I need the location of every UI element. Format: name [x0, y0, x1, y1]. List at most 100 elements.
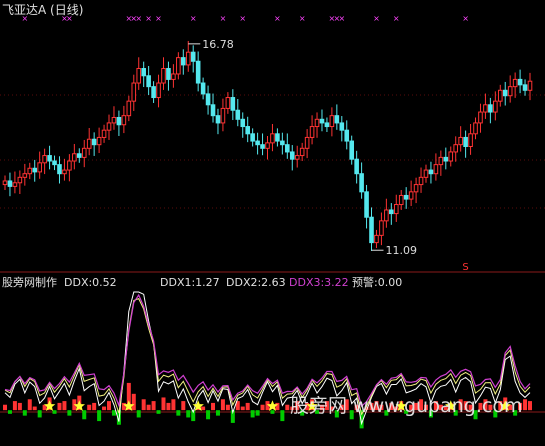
signal-mark: × — [373, 14, 380, 23]
ddx-bar — [220, 399, 225, 411]
signal-mark: × — [190, 14, 197, 23]
candle-body — [72, 153, 77, 162]
ddx-bar — [136, 410, 141, 418]
candle-body — [106, 122, 112, 131]
ddx-bar — [146, 404, 151, 411]
candle-body — [215, 115, 221, 124]
candle-body — [453, 144, 459, 153]
candle-body — [2, 180, 8, 186]
candle-body — [512, 78, 518, 88]
candle-body — [265, 142, 270, 149]
candle-body — [488, 104, 493, 113]
ddx-bar — [22, 410, 27, 416]
ddx-bar — [57, 402, 62, 411]
candle-body — [37, 162, 42, 173]
candle-body — [32, 167, 38, 173]
candle-body — [7, 180, 13, 187]
watermark: 股旁网 www.gupang.com — [290, 395, 523, 417]
signal-mark: × — [220, 14, 227, 23]
candle-body — [12, 182, 18, 187]
ddx-value: DDX:0.52 — [64, 276, 117, 289]
candle-body — [393, 204, 399, 215]
candle-body — [76, 153, 82, 158]
candle-body — [121, 115, 127, 126]
candle-body — [245, 126, 250, 135]
candle-body — [250, 133, 255, 142]
candle-body — [185, 51, 191, 66]
ddx-bar — [171, 399, 176, 411]
ddx-bar — [211, 402, 216, 411]
ddx-bar — [131, 393, 136, 411]
candle-body — [156, 82, 161, 99]
candle-body — [324, 122, 330, 128]
candle-body — [384, 209, 389, 222]
candle-body — [463, 136, 468, 147]
candle-body — [423, 169, 429, 178]
candle-body — [329, 115, 335, 128]
candle-body — [270, 133, 275, 144]
candle-body — [428, 169, 434, 175]
candle-body — [418, 176, 424, 186]
high-price-label: 16.78 — [202, 38, 234, 51]
ddx-bar — [225, 404, 230, 411]
ddx-bar — [270, 410, 275, 414]
ddx-bar — [156, 410, 161, 414]
candle-body — [473, 122, 478, 135]
candle-body — [27, 167, 33, 175]
candle-body — [171, 73, 176, 80]
candle-body — [458, 136, 463, 146]
ddx-bar — [151, 401, 156, 411]
signal-mark: × — [338, 14, 345, 23]
ddx-bar — [97, 410, 102, 422]
candle-body — [136, 68, 142, 84]
ddx-bar — [12, 401, 17, 411]
candle-body — [17, 176, 23, 184]
ddx-bar — [280, 410, 285, 422]
low-price-label: 11.09 — [386, 244, 418, 257]
signal-mark: × — [155, 14, 162, 23]
candle-body — [314, 118, 320, 128]
candle-body — [230, 97, 236, 111]
candle-body — [42, 155, 47, 164]
candle-body — [151, 86, 156, 99]
candle-body — [403, 194, 409, 200]
candle-body — [101, 129, 107, 138]
ddx-bar — [528, 401, 532, 411]
chart-title: 飞亚达A (日线) — [2, 3, 84, 17]
candle-body — [433, 164, 439, 175]
ddx3-value: DDX3:3.22 — [289, 276, 349, 289]
candle-body — [527, 80, 533, 91]
ddx-bar — [102, 406, 107, 411]
ddx-bar — [3, 404, 7, 411]
candle-body — [413, 184, 419, 193]
candle-body — [483, 104, 488, 113]
candle-body — [255, 140, 260, 146]
candle-body — [67, 160, 72, 171]
chart-window: × × × × × × × × × × × × × × × × × × × 16.78 11.09 S 飞亚达A (日线)… — [0, 0, 545, 446]
candle-body — [334, 115, 340, 124]
ddx-bar — [161, 397, 166, 411]
signal-mark: × — [393, 14, 400, 23]
signal-mark: × — [462, 14, 469, 23]
ddx-bar — [176, 410, 181, 416]
candle-body — [240, 118, 246, 128]
candle-body — [438, 156, 444, 166]
signal-mark: × — [274, 14, 281, 23]
candle-body — [260, 144, 265, 149]
ddx-bar — [82, 410, 87, 420]
ddx-bar — [107, 401, 112, 411]
ddx-bar — [240, 406, 245, 411]
ddx-bar — [245, 402, 250, 411]
ddx-bar — [166, 402, 171, 411]
candle-body — [468, 133, 473, 147]
candle-body — [448, 151, 454, 162]
ddx-bar — [52, 410, 57, 414]
candle-body — [374, 234, 379, 244]
ddx1-value: DDX1:1.27 — [160, 276, 220, 289]
candle-body — [502, 89, 508, 97]
candle-body — [344, 129, 350, 142]
ddx-bar — [285, 404, 290, 411]
ddx2-value: DDX2:2.63 — [226, 276, 286, 289]
candle-body — [91, 138, 97, 146]
candle-body — [497, 89, 503, 102]
